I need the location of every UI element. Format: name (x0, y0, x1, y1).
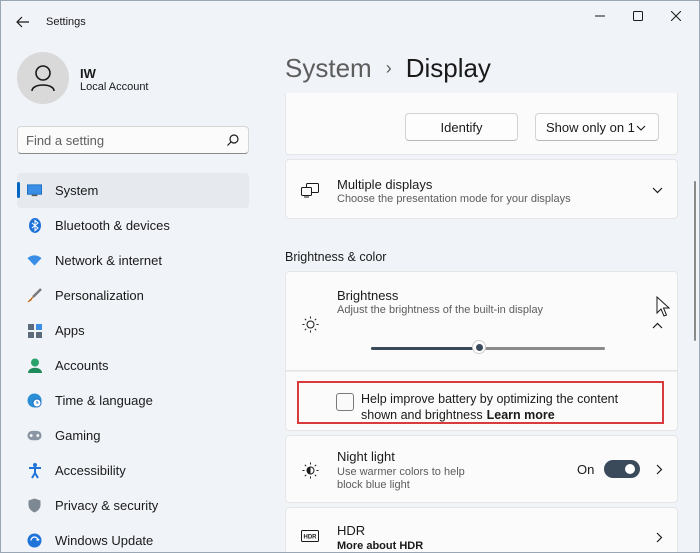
battery-optimize-checkbox[interactable] (336, 393, 354, 411)
battery-optimize-label: Help improve battery by optimizing the c… (361, 391, 618, 423)
sidebar-item-label: System (55, 183, 99, 198)
search-icon[interactable] (226, 133, 240, 147)
sidebar-item-windows-update[interactable]: Windows Update (17, 523, 249, 552)
wifi-icon (27, 253, 42, 268)
night-light-subtitle-line2: block blue light (337, 479, 410, 491)
scrollbar[interactable] (694, 181, 696, 341)
multiple-displays-card[interactable]: Multiple displays Choose the presentatio… (285, 159, 678, 219)
sidebar-item-network[interactable]: Network & internet (17, 243, 249, 278)
sidebar-item-label: Network & internet (55, 253, 162, 268)
slider-fill (371, 347, 479, 350)
battery-optimize-line2-wrap: shown and brightness Learn more (361, 407, 618, 423)
multiple-displays-title: Multiple displays (337, 177, 433, 192)
sidebar-item-system[interactable]: System (17, 173, 249, 208)
user-avatar-icon (31, 65, 55, 92)
chevron-up-icon[interactable] (650, 318, 664, 332)
brightness-subtitle: Adjust the brightness of the built-in di… (337, 304, 544, 316)
sidebar-item-accounts[interactable]: Accounts (17, 348, 249, 383)
title-bar: Settings (1, 1, 699, 41)
bluetooth-icon (27, 218, 42, 233)
sun-icon (300, 314, 320, 334)
brightness-slider[interactable] (371, 340, 605, 355)
section-title-brightness-color: Brightness & color (285, 250, 387, 264)
sidebar-item-accessibility[interactable]: Accessibility (17, 453, 249, 488)
show-only-dropdown-label: Show only on 1 (546, 119, 635, 135)
night-light-toggle[interactable] (604, 460, 640, 478)
sidebar-item-personalization[interactable]: Personalization (17, 278, 249, 313)
chevron-down-icon (636, 125, 646, 131)
sidebar-item-label: Accessibility (55, 463, 126, 478)
maximize-icon (633, 11, 643, 21)
brightness-card: Brightness Adjust the brightness of the … (285, 271, 678, 371)
sidebar-item-privacy[interactable]: Privacy & security (17, 488, 249, 523)
brightness-title: Brightness (337, 288, 399, 303)
minimize-icon (595, 15, 605, 17)
sidebar-item-label: Privacy & security (55, 498, 159, 513)
learn-more-link[interactable]: Learn more (487, 408, 555, 422)
slider-thumb[interactable] (472, 340, 486, 354)
night-light-icon (300, 460, 320, 480)
multiple-displays-icon (300, 180, 320, 200)
account-type: Local Account (80, 81, 149, 93)
sidebar-item-label: Windows Update (55, 533, 154, 548)
globe-clock-icon (27, 393, 42, 408)
hdr-title: HDR (337, 523, 366, 538)
night-light-state: On (577, 462, 595, 477)
mouse-cursor-icon (656, 296, 671, 317)
settings-window: Settings IW Local Account Find a setting… (0, 0, 700, 553)
sidebar-nav: System Bluetooth & devices Network & int… (17, 173, 249, 552)
breadcrumb-separator: › (385, 58, 392, 78)
multiple-displays-subtitle: Choose the presentation mode for your di… (337, 193, 571, 205)
identify-button[interactable]: Identify (405, 113, 518, 141)
night-light-title: Night light (337, 449, 395, 464)
brush-icon (27, 288, 42, 303)
toggle-knob (625, 464, 635, 474)
sidebar-item-label: Bluetooth & devices (55, 218, 170, 233)
back-button[interactable] (13, 13, 33, 31)
sidebar-item-label: Personalization (55, 288, 144, 303)
search-input[interactable] (26, 132, 216, 149)
chevron-down-icon[interactable] (650, 183, 664, 197)
user-name: IW (80, 66, 96, 81)
close-button[interactable] (653, 5, 699, 27)
window-title: Settings (46, 16, 86, 28)
chevron-right-icon[interactable] (652, 462, 666, 476)
svg-text:HDR: HDR (304, 535, 318, 541)
display-arrangement-card: Identify Show only on 1 (285, 93, 678, 155)
accessibility-icon (27, 462, 42, 479)
hdr-icon: HDR (300, 526, 320, 546)
sidebar-item-label: Time & language (55, 393, 153, 408)
gamepad-icon (27, 428, 42, 443)
breadcrumb: System › Display (285, 53, 491, 84)
avatar (17, 52, 69, 104)
search-box[interactable] (17, 126, 249, 154)
person-icon (27, 358, 42, 373)
update-icon (27, 533, 42, 548)
hdr-more-link[interactable]: More about HDR (337, 539, 423, 552)
hdr-card[interactable]: HDR HDR More about HDR (285, 507, 678, 552)
close-icon (671, 11, 681, 21)
page-title: Display (405, 53, 491, 83)
chevron-right-icon[interactable] (652, 530, 666, 544)
sidebar-item-apps[interactable]: Apps (17, 313, 249, 348)
night-light-subtitle-line1: Use warmer colors to help (337, 466, 465, 478)
apps-icon (27, 323, 42, 338)
back-arrow-icon (16, 16, 29, 28)
battery-optimize-line2: shown and brightness (361, 408, 483, 422)
sidebar-item-bluetooth[interactable]: Bluetooth & devices (17, 208, 249, 243)
sidebar-item-label: Apps (55, 323, 85, 338)
breadcrumb-parent[interactable]: System (285, 53, 372, 84)
sidebar-item-gaming[interactable]: Gaming (17, 418, 249, 453)
monitor-icon (27, 183, 42, 198)
show-only-dropdown[interactable]: Show only on 1 (535, 113, 659, 141)
battery-optimize-line1: Help improve battery by optimizing the c… (361, 392, 619, 406)
identify-button-label: Identify (440, 119, 483, 135)
sidebar-item-label: Accounts (55, 358, 109, 373)
sidebar-item-time-language[interactable]: Time & language (17, 383, 249, 418)
shield-icon (27, 498, 42, 513)
sidebar-item-label: Gaming (55, 428, 101, 443)
